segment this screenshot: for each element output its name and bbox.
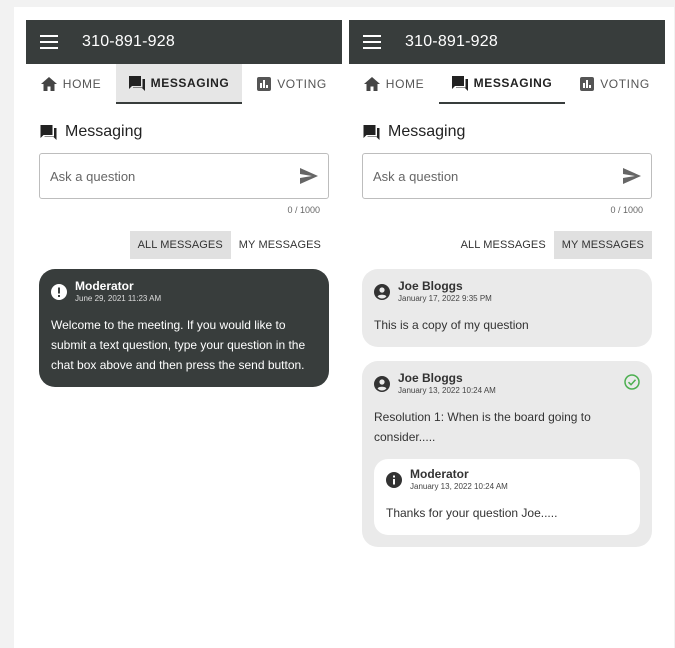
message-author: Joe Bloggs <box>398 371 463 385</box>
tab-voting[interactable]: VOTING <box>565 64 665 104</box>
menu-icon[interactable] <box>40 35 58 49</box>
char-counter: 0 / 1000 <box>610 205 643 215</box>
bar-chart-icon <box>580 77 595 91</box>
phone-panel-my-messages: 310-891-928 HOME MESSAGING VOTING Messag… <box>349 20 665 640</box>
section-title: Messaging <box>363 122 665 142</box>
reply-card: Moderator January 13, 2022 10:24 AM Than… <box>374 459 640 535</box>
message-card: Moderator June 29, 2021 11:23 AM Welcome… <box>39 269 329 387</box>
app-bar: 310-891-928 <box>26 20 342 64</box>
reply-author: Moderator <box>410 467 469 481</box>
bar-chart-icon <box>257 77 272 91</box>
message-author: Moderator <box>75 279 134 293</box>
tab-voting[interactable]: VOTING <box>242 64 342 104</box>
meeting-id: 310-891-928 <box>405 33 498 50</box>
tab-messaging[interactable]: MESSAGING <box>439 64 565 104</box>
question-input[interactable] <box>373 168 593 184</box>
phone-panel-all-messages: 310-891-928 HOME MESSAGING VOTING Messag… <box>26 20 342 640</box>
question-input-box <box>39 153 329 199</box>
tab-messaging-label: MESSAGING <box>150 76 230 90</box>
meeting-id: 310-891-928 <box>82 33 175 50</box>
tab-home-label: HOME <box>385 77 425 91</box>
message-author: Joe Bloggs <box>398 279 463 293</box>
chat-icon <box>40 124 57 140</box>
send-icon[interactable] <box>300 168 318 184</box>
filter-my-messages[interactable]: MY MESSAGES <box>553 231 652 259</box>
message-filters: ALL MESSAGES MY MESSAGES <box>26 231 329 259</box>
app-bar: 310-891-928 <box>349 20 665 64</box>
chat-icon <box>363 124 380 140</box>
chat-icon <box>128 75 145 91</box>
section-title-label: Messaging <box>65 123 143 140</box>
info-icon <box>386 472 402 488</box>
tab-home[interactable]: HOME <box>349 64 439 104</box>
message-body: Resolution 1: When is the board going to… <box>374 410 591 444</box>
user-icon <box>374 284 390 300</box>
tab-messaging[interactable]: MESSAGING <box>116 64 242 104</box>
message-date: June 29, 2021 11:23 AM <box>75 294 162 303</box>
chat-icon <box>451 75 468 91</box>
home-icon <box>40 77 57 91</box>
user-icon <box>374 376 390 392</box>
tab-home-label: HOME <box>62 77 102 91</box>
question-input[interactable] <box>50 168 270 184</box>
nav-tabs: HOME MESSAGING VOTING <box>26 64 342 104</box>
section-title: Messaging <box>40 122 342 142</box>
filter-my-messages[interactable]: MY MESSAGES <box>231 231 329 259</box>
home-icon <box>363 77 380 91</box>
filter-all-messages[interactable]: ALL MESSAGES <box>129 231 231 259</box>
check-circle-icon <box>624 374 640 390</box>
message-card: Joe Bloggs January 13, 2022 10:24 AM Res… <box>362 361 652 547</box>
reply-date: January 13, 2022 10:24 AM <box>410 482 508 491</box>
message-body: This is a copy of my question <box>374 318 529 332</box>
message-date: January 13, 2022 10:24 AM <box>398 386 496 395</box>
message-filters: ALL MESSAGES MY MESSAGES <box>349 231 652 259</box>
tab-messaging-label: MESSAGING <box>473 76 553 90</box>
tab-voting-label: VOTING <box>277 77 327 91</box>
nav-tabs: HOME MESSAGING VOTING <box>349 64 665 104</box>
filter-all-messages[interactable]: ALL MESSAGES <box>453 231 554 259</box>
tab-voting-label: VOTING <box>600 77 650 91</box>
section-title-label: Messaging <box>388 123 466 140</box>
reply-body: Thanks for your question Joe..... <box>386 506 558 520</box>
message-body: Welcome to the meeting. If you would lik… <box>51 318 306 372</box>
tab-home[interactable]: HOME <box>26 64 116 104</box>
message-date: January 17, 2022 9:35 PM <box>398 294 492 303</box>
char-counter: 0 / 1000 <box>287 205 320 215</box>
alert-icon <box>51 284 67 300</box>
message-card: Joe Bloggs January 17, 2022 9:35 PM This… <box>362 269 652 347</box>
question-input-box <box>362 153 652 199</box>
send-icon[interactable] <box>623 168 641 184</box>
menu-icon[interactable] <box>363 35 381 49</box>
